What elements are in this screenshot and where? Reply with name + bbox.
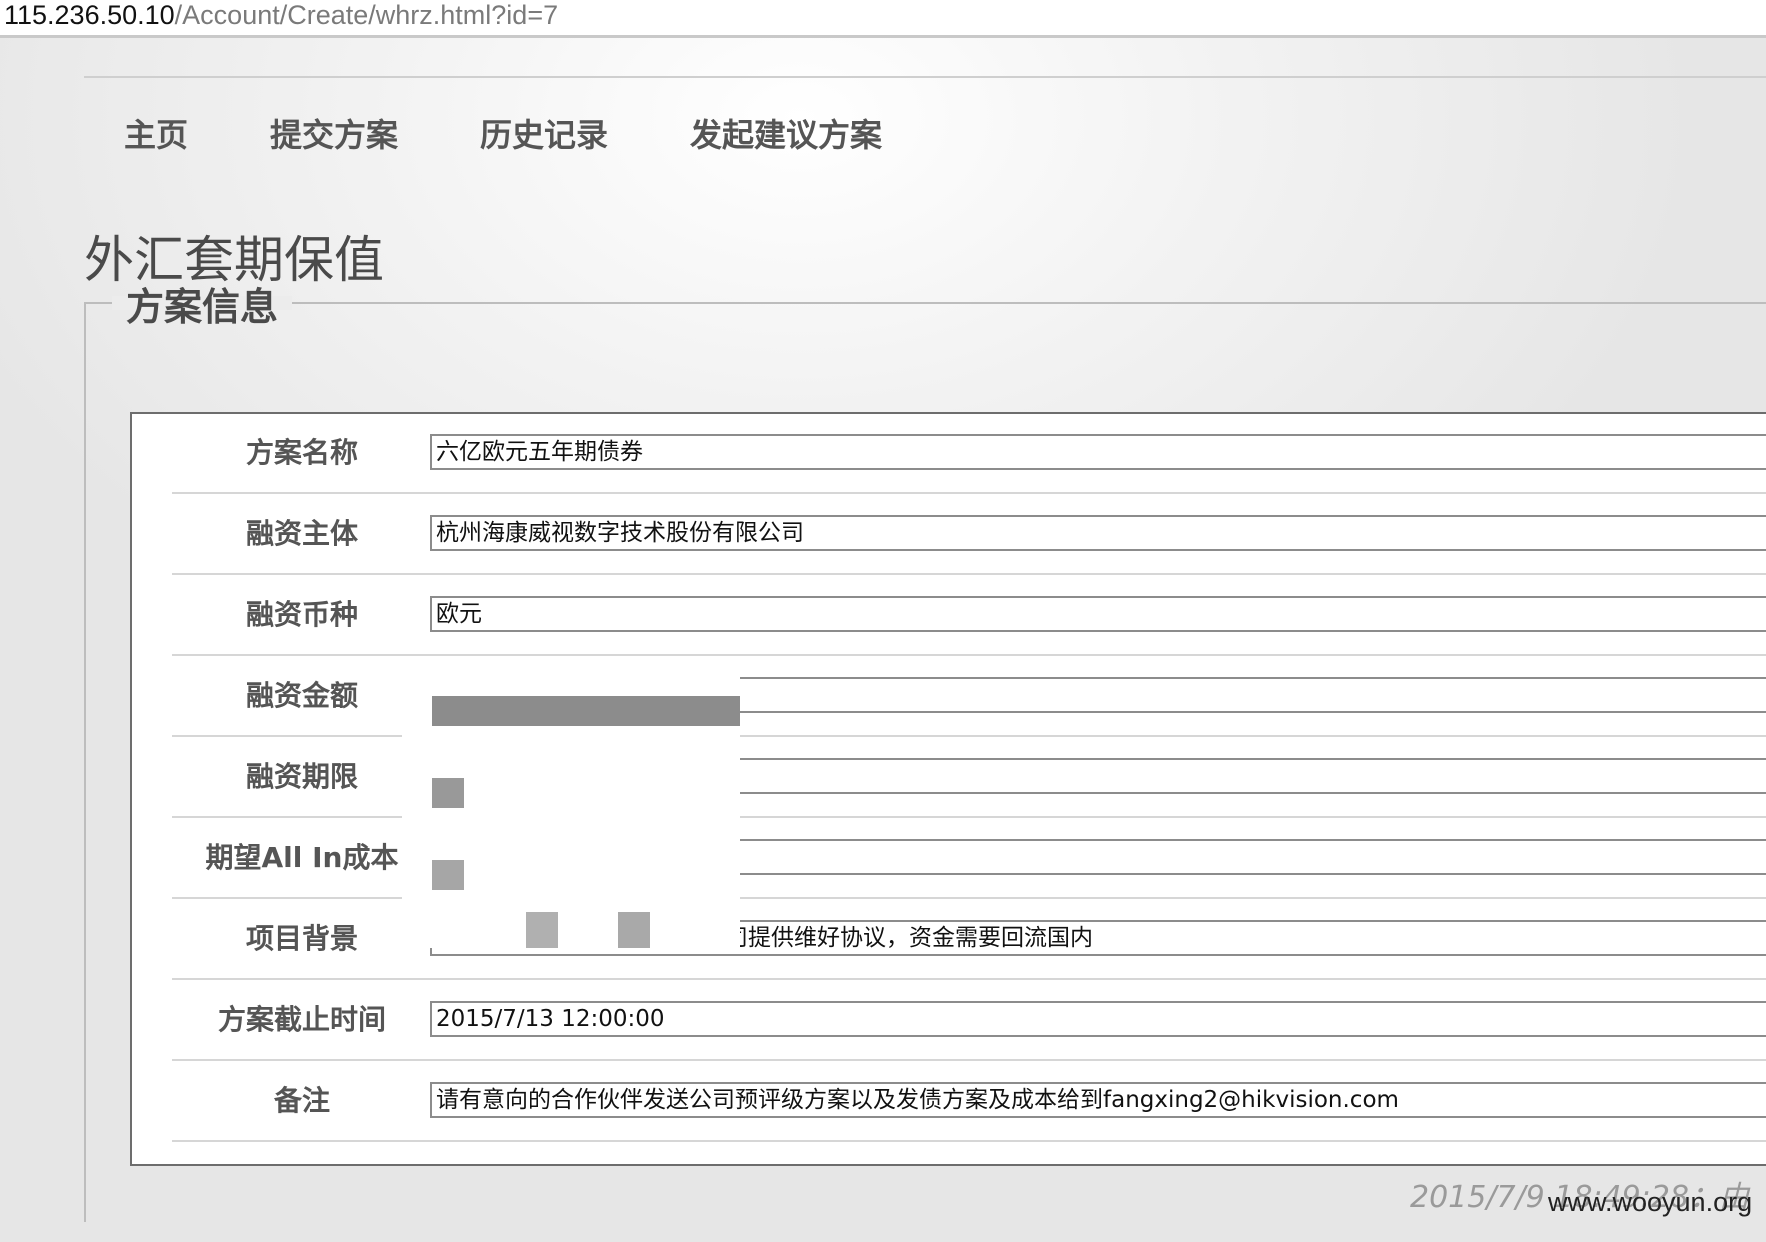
plan-name-label: 方案名称 bbox=[245, 436, 358, 469]
form-row-financing-entity: 融资主体 杭州海康威视数字技术股份有限公司 bbox=[172, 495, 1766, 575]
financing-entity-label: 融资主体 bbox=[245, 517, 358, 550]
url-text[interactable]: 115.236.50.10/Account/Create/whrz.html?i… bbox=[4, 0, 558, 30]
redaction-block bbox=[618, 912, 650, 948]
nav-history-link[interactable]: 历史记录 bbox=[480, 110, 608, 156]
form-row-plan-name: 方案名称 六亿欧元五年期债券 bbox=[172, 414, 1766, 494]
remarks-field[interactable]: 请有意向的合作伙伴发送公司预评级方案以及发债方案及成本给到fangxing2@h… bbox=[430, 1082, 1766, 1118]
nav-submit-plan-link[interactable]: 提交方案 bbox=[270, 110, 398, 156]
financing-currency-field[interactable]: 欧元 bbox=[430, 596, 1766, 632]
form-row-financing-currency: 融资币种 欧元 bbox=[172, 576, 1766, 656]
plan-deadline-label: 方案截止时间 bbox=[217, 1003, 386, 1036]
redaction-block bbox=[432, 778, 464, 808]
project-background-label: 项目背景 bbox=[245, 922, 358, 955]
redaction-block bbox=[432, 860, 464, 890]
top-divider bbox=[84, 76, 1766, 78]
redaction-block bbox=[526, 912, 558, 948]
plan-info-form: 方案名称 六亿欧元五年期债券 融资主体 杭州海康威视数字技术股份有限公司 融资币… bbox=[130, 412, 1766, 1166]
form-row-remarks: 备注 请有意向的合作伙伴发送公司预评级方案以及发债方案及成本给到fangxing… bbox=[172, 1062, 1766, 1142]
remarks-label: 备注 bbox=[273, 1084, 330, 1117]
site-watermark: www.wooyun.org bbox=[1548, 1187, 1753, 1217]
url-path: /Account/Create/whrz.html?id=7 bbox=[174, 0, 559, 30]
expected-cost-label: 期望All In成本 bbox=[205, 841, 399, 874]
financing-currency-label: 融资币种 bbox=[245, 598, 358, 631]
financing-term-label: 融资期限 bbox=[245, 760, 358, 793]
redaction-overlay bbox=[402, 666, 740, 948]
nav-propose-plan-link[interactable]: 发起建议方案 bbox=[690, 110, 882, 156]
nav-home-link[interactable]: 主页 bbox=[124, 110, 188, 156]
address-bar[interactable]: 115.236.50.10/Account/Create/whrz.html?i… bbox=[0, 0, 1766, 38]
plan-name-field[interactable]: 六亿欧元五年期债券 bbox=[430, 434, 1766, 470]
form-row-plan-deadline: 方案截止时间 2015/7/13 12:00:00 bbox=[172, 981, 1766, 1061]
financing-amount-label: 融资金额 bbox=[245, 679, 358, 712]
url-host: 115.236.50.10 bbox=[4, 0, 175, 30]
fieldset-legend: 方案信息 bbox=[126, 285, 279, 329]
redaction-block bbox=[432, 696, 740, 726]
plan-deadline-field[interactable]: 2015/7/13 12:00:00 bbox=[430, 1001, 1766, 1037]
financing-entity-field[interactable]: 杭州海康威视数字技术股份有限公司 bbox=[430, 515, 1766, 551]
